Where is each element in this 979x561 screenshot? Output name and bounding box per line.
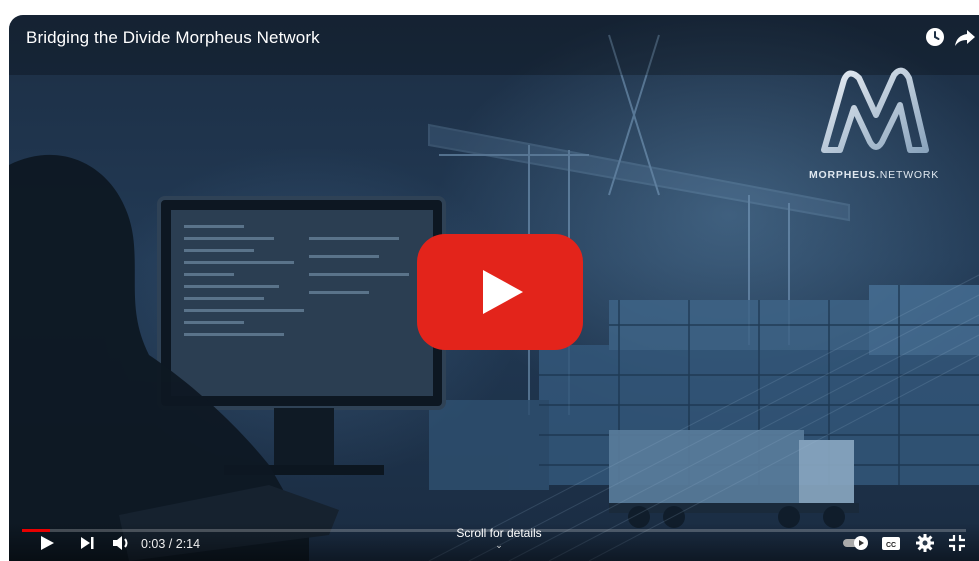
chevron-down-icon: ⌄ [495, 540, 503, 550]
scroll-hint-label: Scroll for details [456, 526, 542, 540]
exit-fullscreen-icon[interactable] [945, 531, 969, 555]
brand-name-bold: MORPHEUS. [809, 169, 880, 181]
large-play-button[interactable] [417, 234, 583, 350]
play-icon[interactable] [35, 531, 59, 555]
morpheus-logo-icon [821, 67, 929, 153]
scroll-for-details[interactable]: Scroll for details ⌄ [439, 526, 559, 550]
gear-icon[interactable] [913, 531, 937, 555]
cc-icon[interactable]: CC [879, 531, 903, 555]
channel-logo: MORPHEUS.NETWORK [809, 60, 939, 181]
svg-text:CC: CC [886, 542, 896, 549]
time-display: 0:03 / 2:14 [141, 537, 201, 551]
brand-name-rest: NETWORK [879, 169, 940, 181]
volume-icon[interactable] [109, 531, 133, 555]
video-player[interactable]: Bridging the Divide Morpheus Network MOR… [9, 15, 979, 561]
video-title[interactable]: Bridging the Divide Morpheus Network [26, 28, 320, 48]
next-icon[interactable] [75, 531, 99, 555]
share-icon[interactable] [953, 25, 977, 49]
clock-icon[interactable] [923, 25, 947, 49]
player-controls: 0:03 / 2:14 Scroll for details ⌄ CC [9, 523, 979, 561]
autoplay-toggle-icon[interactable] [841, 531, 873, 555]
